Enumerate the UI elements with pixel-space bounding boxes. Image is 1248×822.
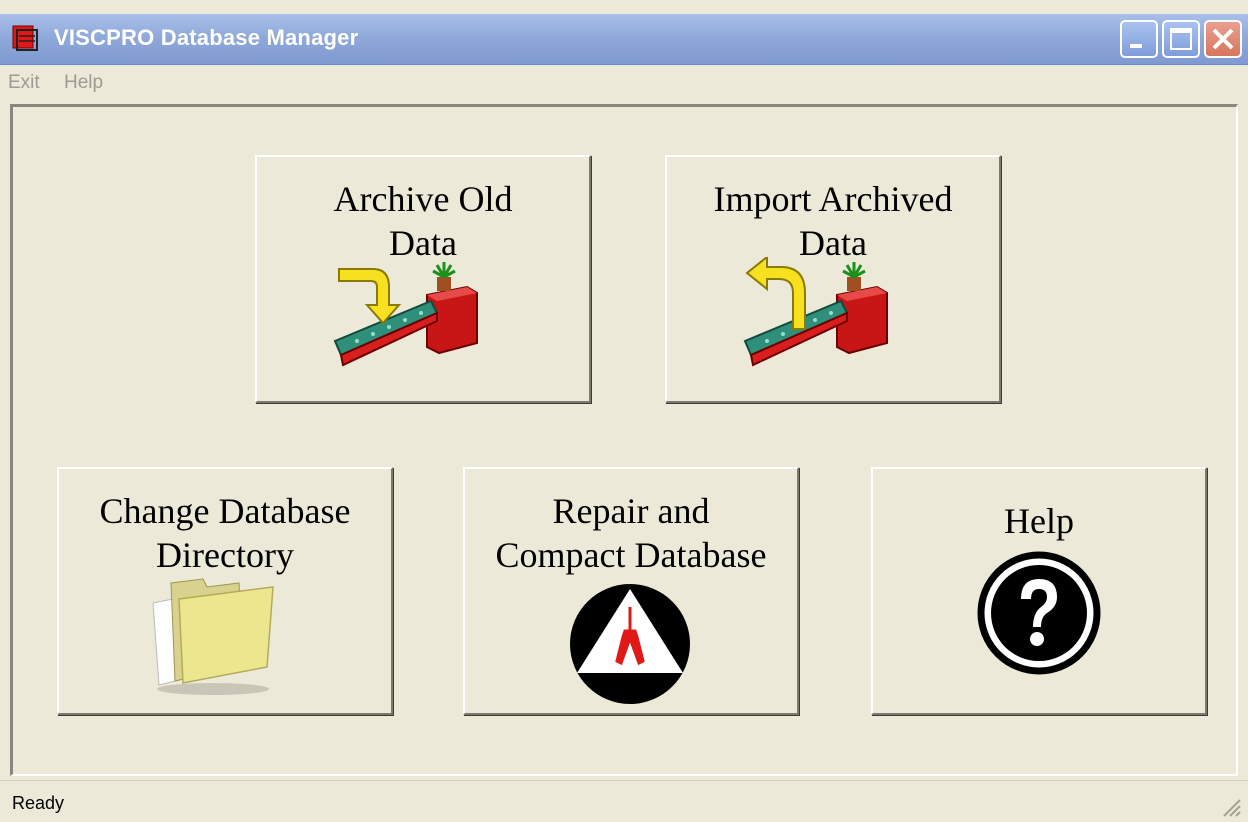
maximize-icon <box>1170 28 1192 50</box>
change-database-directory-button[interactable]: Change Database Directory <box>57 467 393 715</box>
menu-bar: Exit Help <box>0 64 1248 102</box>
repair-pliers-icon <box>570 584 690 704</box>
repair-compact-database-button[interactable]: Repair and Compact Database <box>463 467 799 715</box>
folder-icon <box>152 578 274 695</box>
import-conveyor-icon <box>743 257 888 367</box>
window-title: VISCPRO Database Manager <box>54 25 359 50</box>
status-text: Ready <box>12 793 65 813</box>
menu-exit[interactable]: Exit <box>8 72 40 94</box>
import-button-label: Import Archived Data <box>713 179 953 263</box>
archive-old-data-button[interactable]: Archive Old Data <box>255 155 591 403</box>
help-button-label: Help <box>1004 501 1074 541</box>
change-dir-button-label: Change Database Directory <box>99 491 351 575</box>
close-icon <box>1212 28 1234 50</box>
minimize-button[interactable] <box>1120 20 1158 58</box>
repair-button-label: Repair and Compact Database <box>495 491 767 575</box>
close-button[interactable] <box>1204 20 1242 58</box>
maximize-button[interactable] <box>1162 20 1200 58</box>
app-icon <box>12 25 38 51</box>
help-button[interactable]: Help <box>871 467 1207 715</box>
status-bar: Ready <box>0 780 1248 822</box>
minimize-icon <box>1130 44 1142 48</box>
import-archived-data-button[interactable]: Import Archived Data <box>665 155 1001 403</box>
title-bar[interactable]: VISCPRO Database Manager <box>0 14 1248 65</box>
resize-grip-icon[interactable] <box>1220 796 1242 818</box>
help-question-icon <box>977 551 1101 675</box>
archive-conveyor-icon <box>333 262 478 367</box>
main-panel: Archive Old Data Import Archived Data Ch… <box>10 104 1238 776</box>
archive-button-label: Archive Old Data <box>333 179 513 263</box>
menu-help[interactable]: Help <box>64 72 103 94</box>
